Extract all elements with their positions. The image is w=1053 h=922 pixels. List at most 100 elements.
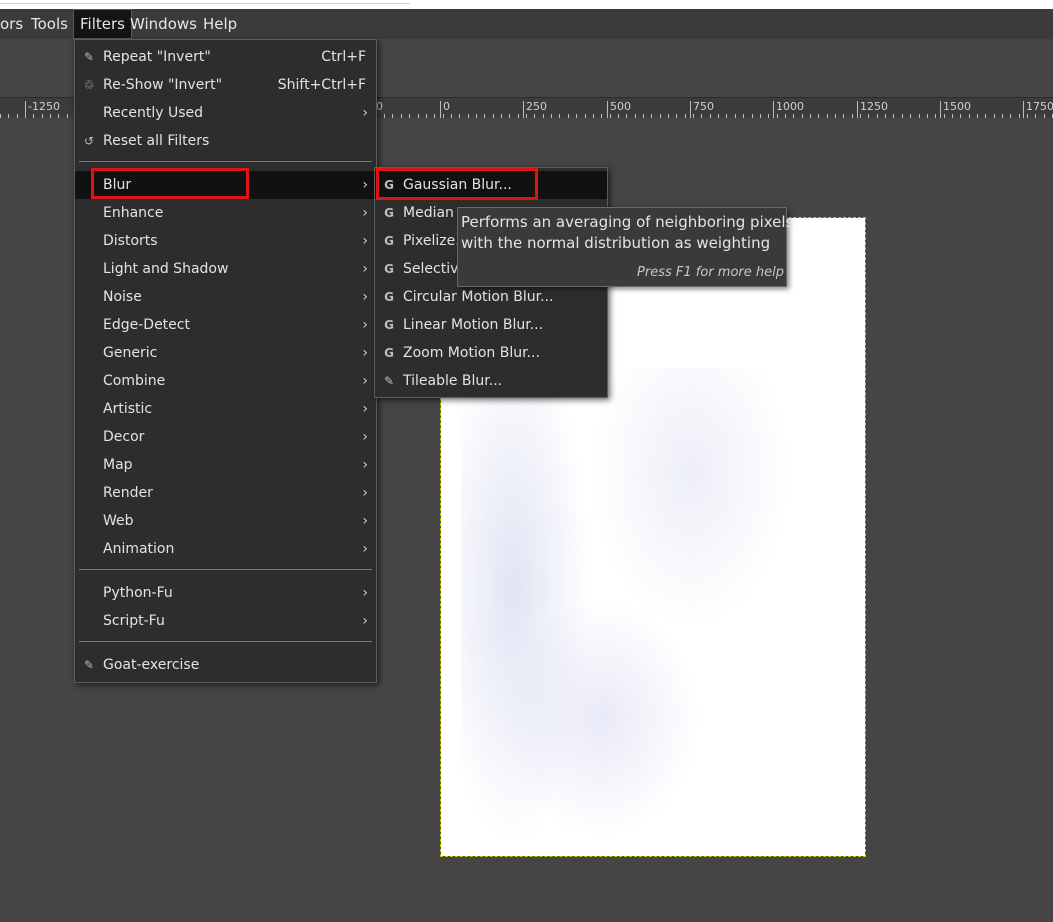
menu-item-circular-motion-blur[interactable]: G Circular Motion Blur...	[375, 283, 607, 311]
menu-item-label: Repeat "Invert"	[103, 49, 211, 65]
gaussian-blur-tooltip: Performs an averaging of neighboring pix…	[457, 207, 793, 287]
ruler-label: 1750	[1026, 100, 1053, 113]
shortcut-label: Ctrl+F	[321, 49, 366, 65]
menu-item-decor[interactable]: Decor ›	[75, 423, 376, 451]
menu-item-label: Reset all Filters	[103, 133, 210, 149]
gegl-icon: G	[384, 262, 394, 276]
chevron-right-icon: ›	[362, 429, 368, 445]
menu-item-label: Recently Used	[103, 105, 204, 121]
menu-item-label: Map	[103, 457, 133, 473]
menu-windows[interactable]: Windows	[124, 9, 203, 39]
menu-item-label: Script-Fu	[103, 613, 165, 629]
ruler-major-tick	[690, 101, 691, 118]
menu-item-light-and-shadow[interactable]: Light and Shadow ›	[75, 255, 376, 283]
menu-item-zoom-motion-blur[interactable]: G Zoom Motion Blur...	[375, 339, 607, 367]
menu-item-generic[interactable]: Generic ›	[75, 339, 376, 367]
chevron-right-icon: ›	[362, 485, 368, 501]
menu-item-label: Light and Shadow	[103, 261, 229, 277]
chevron-right-icon: ›	[362, 205, 368, 221]
filters-menu: ✎ Repeat "Invert" Ctrl+F ♲ Re-Show "Inve…	[74, 39, 377, 683]
gegl-icon: G	[384, 290, 394, 304]
chevron-right-icon: ›	[362, 289, 368, 305]
menu-item-artistic[interactable]: Artistic ›	[75, 395, 376, 423]
menu-item-label: Combine	[103, 373, 166, 389]
menu-item-label: Distorts	[103, 233, 158, 249]
menu-item-recently-used[interactable]: Recently Used ›	[75, 99, 376, 127]
ruler-major-tick	[940, 101, 941, 118]
menu-item-label: Goat-exercise	[103, 657, 200, 673]
tooltip-hint: Press F1 for more help	[637, 265, 784, 280]
menu-item-reset-all[interactable]: ↺ Reset all Filters	[75, 127, 376, 155]
menu-item-label: Noise	[103, 289, 142, 305]
chevron-right-icon: ›	[362, 541, 368, 557]
chevron-right-icon: ›	[362, 345, 368, 361]
ruler-label: 1000	[776, 100, 804, 113]
ruler-label: 500	[610, 100, 631, 113]
menu-help[interactable]: Help	[197, 9, 243, 39]
ruler-label: 0	[376, 100, 383, 113]
chevron-right-icon: ›	[362, 105, 368, 121]
menu-item-render[interactable]: Render ›	[75, 479, 376, 507]
gegl-icon: G	[384, 346, 394, 360]
menu-item-label: Circular Motion Blur...	[403, 289, 554, 305]
ruler-label: -1250	[28, 100, 60, 113]
ruler-major-tick	[440, 101, 441, 118]
menu-item-distorts[interactable]: Distorts ›	[75, 227, 376, 255]
chevron-right-icon: ›	[362, 261, 368, 277]
menu-item-label: Zoom Motion Blur...	[403, 345, 540, 361]
menu-item-edge-detect[interactable]: Edge-Detect ›	[75, 311, 376, 339]
menu-item-reshow[interactable]: ♲ Re-Show "Invert" Shift+Ctrl+F	[75, 71, 376, 99]
menu-separator	[79, 641, 372, 642]
chevron-right-icon: ›	[362, 513, 368, 529]
menu-item-repeat[interactable]: ✎ Repeat "Invert" Ctrl+F	[75, 43, 376, 71]
chevron-right-icon: ›	[362, 613, 368, 629]
menu-item-enhance[interactable]: Enhance ›	[75, 199, 376, 227]
menu-item-goat-exercise[interactable]: ✎ Goat-exercise	[75, 651, 376, 679]
window-title-strip	[0, 0, 1053, 9]
chevron-right-icon: ›	[362, 401, 368, 417]
menu-item-label: Decor	[103, 429, 145, 445]
inverted-figure-shape	[591, 368, 791, 628]
inverted-figure-shape	[501, 598, 701, 838]
menu-item-linear-motion-blur[interactable]: G Linear Motion Blur...	[375, 311, 607, 339]
ruler-major-tick	[523, 101, 524, 118]
chevron-right-icon: ›	[362, 177, 368, 193]
reshow-icon: ♲	[83, 78, 95, 92]
plugin-icon: ✎	[83, 658, 95, 672]
menu-item-label: Generic	[103, 345, 158, 361]
ruler-label: 750	[693, 100, 714, 113]
menu-item-label: Enhance	[103, 205, 164, 221]
chevron-right-icon: ›	[362, 317, 368, 333]
menu-item-combine[interactable]: Combine ›	[75, 367, 376, 395]
ruler-major-tick	[857, 101, 858, 118]
menu-item-python-fu[interactable]: Python-Fu ›	[75, 579, 376, 607]
ruler-label: 1250	[860, 100, 888, 113]
repeat-icon: ✎	[83, 50, 95, 64]
chevron-right-icon: ›	[362, 585, 368, 601]
menu-item-label: Tileable Blur...	[403, 373, 503, 389]
chevron-right-icon: ›	[362, 233, 368, 249]
menu-item-label: Median	[403, 205, 454, 221]
gegl-icon: G	[384, 234, 394, 248]
ruler-label: 250	[526, 100, 547, 113]
ruler-major-tick	[1023, 101, 1024, 118]
menu-tools[interactable]: Tools	[25, 9, 74, 39]
menu-separator	[79, 569, 372, 570]
tooltip-text: Performs an averaging of neighboring pix…	[461, 213, 794, 231]
menu-item-map[interactable]: Map ›	[75, 451, 376, 479]
menu-item-animation[interactable]: Animation ›	[75, 535, 376, 563]
menu-item-label: Animation	[103, 541, 175, 557]
menu-item-tileable-blur[interactable]: ✎ Tileable Blur...	[375, 367, 607, 395]
tooltip-text: with the normal distribution as weightin…	[461, 234, 771, 252]
gegl-icon: G	[384, 206, 394, 220]
shortcut-label: Shift+Ctrl+F	[277, 77, 366, 93]
ruler-major-tick	[773, 101, 774, 118]
highlight-box	[376, 168, 538, 200]
menu-item-noise[interactable]: Noise ›	[75, 283, 376, 311]
menu-item-script-fu[interactable]: Script-Fu ›	[75, 607, 376, 635]
menu-item-web[interactable]: Web ›	[75, 507, 376, 535]
gegl-icon: G	[384, 318, 394, 332]
ruler-major-tick	[607, 101, 608, 118]
ruler-label: 1500	[943, 100, 971, 113]
menu-item-label: Python-Fu	[103, 585, 173, 601]
